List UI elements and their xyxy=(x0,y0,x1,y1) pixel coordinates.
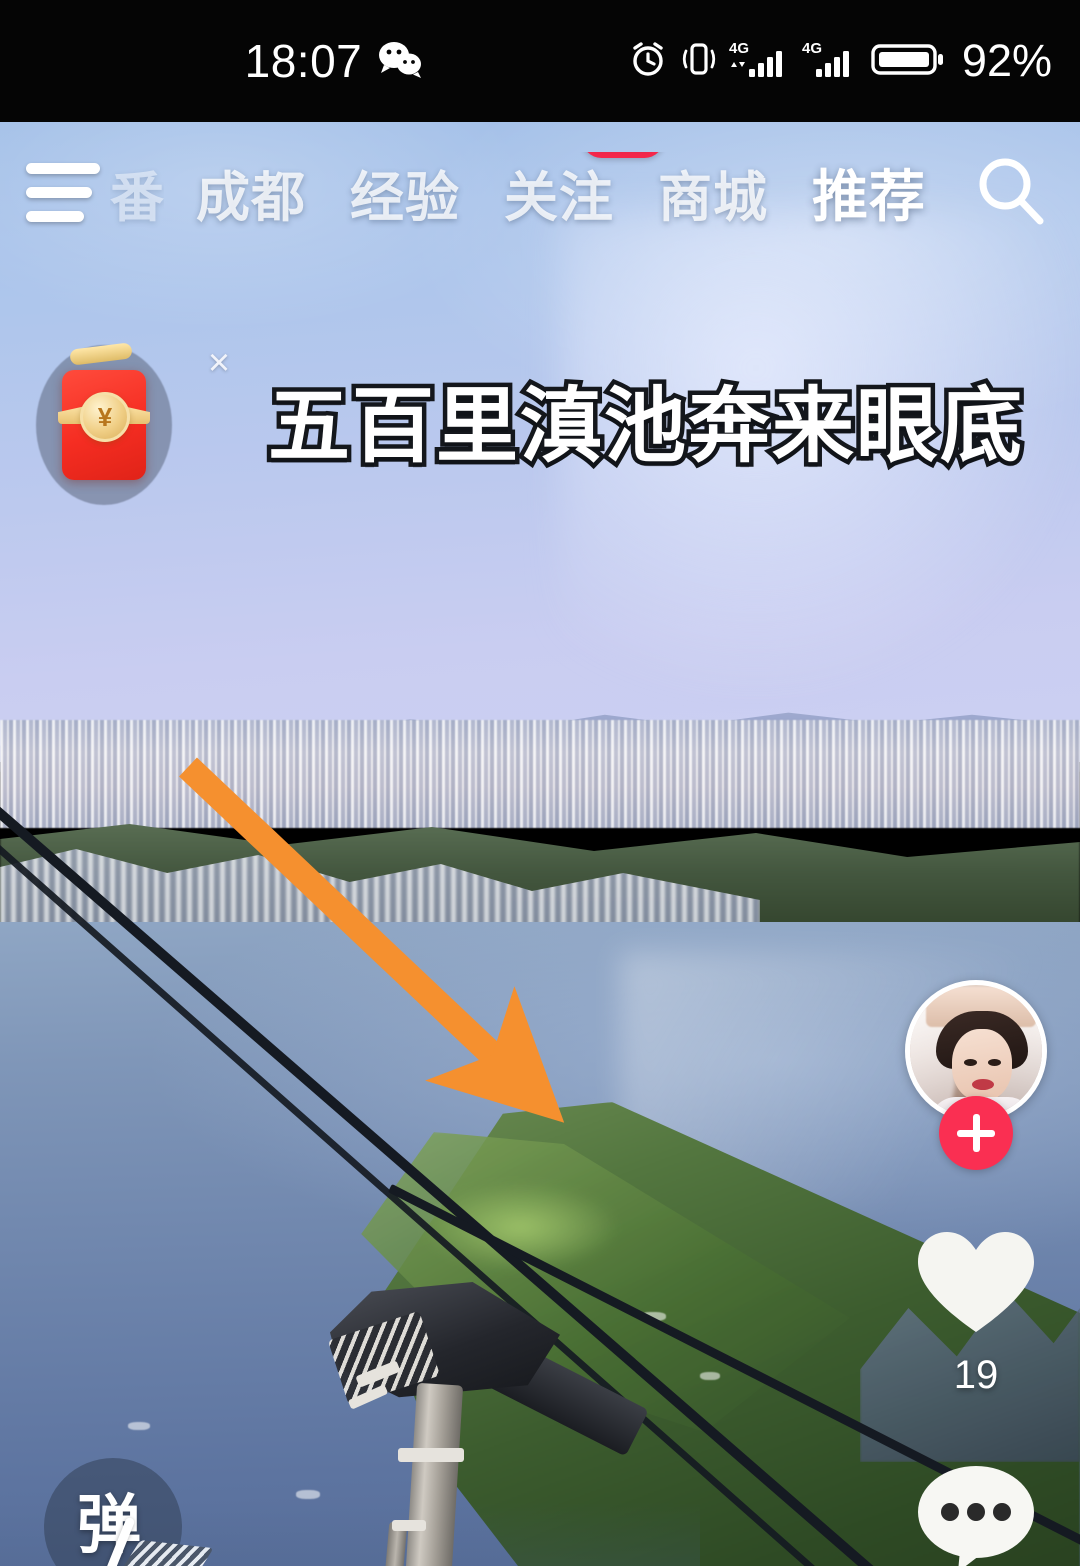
close-icon[interactable]: × xyxy=(196,340,242,386)
app-root: 18:07 4G 4G 92% 番 成都 经验 关注 商城 推荐 ¥ × 五百里… xyxy=(0,0,1080,1566)
hanger-bolt xyxy=(398,1448,464,1462)
avatar-eye xyxy=(988,1059,1001,1066)
status-bar-left: 18:07 xyxy=(0,34,627,88)
nav-tab-mall[interactable]: 商城 xyxy=(636,153,790,232)
search-icon[interactable] xyxy=(968,149,1054,235)
signal-4g-secondary-icon: 4G xyxy=(802,37,860,86)
status-bar: 18:07 4G 4G 92% xyxy=(0,0,1080,122)
hamburger-menu-icon[interactable] xyxy=(26,162,100,222)
nav-tab-label: 关注 xyxy=(504,167,614,228)
vibrate-icon xyxy=(680,38,718,85)
status-bar-right: 4G 4G 92% xyxy=(627,35,1080,87)
nav-tab-label: 番 xyxy=(110,167,164,228)
boat xyxy=(700,1372,720,1380)
heart-icon xyxy=(914,1228,1038,1345)
svg-text:4G: 4G xyxy=(802,40,822,57)
gondola-hanger xyxy=(300,1272,649,1566)
nav-tabs: 番 成都 经验 关注 直播 商城 推荐 xyxy=(100,151,968,233)
signal-4g-primary-icon: 4G xyxy=(729,37,791,86)
cloud-haze xyxy=(560,212,1080,732)
nav-tab-recommend[interactable]: 推荐 xyxy=(790,152,948,233)
hanger-bolt xyxy=(392,1520,426,1531)
nav-tab-following[interactable]: 关注 直播 xyxy=(482,151,664,232)
status-time: 18:07 xyxy=(244,35,363,87)
nav-tab-experience[interactable]: 经验 xyxy=(328,153,482,232)
boat xyxy=(128,1422,150,1430)
hamburger-line xyxy=(26,162,100,174)
city-skyline xyxy=(0,720,1080,828)
video-title: 五百里滇池奔来眼底 xyxy=(263,381,1026,472)
top-navigation-bar: 番 成都 经验 关注 直播 商城 推荐 xyxy=(0,122,1080,262)
avatar-wrapper[interactable] xyxy=(905,980,1047,1170)
red-packet-widget[interactable]: ¥ × xyxy=(36,340,236,540)
nav-tab-label: 商城 xyxy=(658,167,768,228)
svg-text:4G: 4G xyxy=(729,40,749,57)
comment-bubble-icon xyxy=(914,1464,1038,1566)
avatar-lips xyxy=(972,1079,994,1090)
like-button[interactable]: 19 xyxy=(914,1228,1038,1398)
avatar-eye xyxy=(964,1059,977,1066)
wechat-icon xyxy=(378,40,422,83)
alarm-icon xyxy=(627,38,669,85)
red-packet-coin-icon: ¥ xyxy=(80,392,130,442)
battery-icon xyxy=(871,38,945,85)
nav-tab-label: 经验 xyxy=(350,167,460,228)
comment-button[interactable]: 抢首评 xyxy=(914,1464,1038,1566)
nav-tab-chengdu[interactable]: 成都 xyxy=(174,153,328,232)
battery-percent: 92% xyxy=(961,35,1052,86)
follow-button[interactable] xyxy=(939,1096,1013,1170)
nav-tab-label: 推荐 xyxy=(812,164,926,228)
hamburger-line xyxy=(26,210,84,222)
action-rail: 19 抢首评 xyxy=(896,980,1056,1566)
hamburger-line xyxy=(26,186,92,198)
danmaku-toggle-button[interactable]: 弹 xyxy=(44,1458,214,1566)
nav-tab-clipped[interactable]: 番 xyxy=(110,153,164,232)
nav-tab-label: 成都 xyxy=(196,167,306,228)
hanger-pole xyxy=(398,1382,464,1566)
avatar-face xyxy=(952,1029,1012,1101)
like-count: 19 xyxy=(953,1353,999,1397)
